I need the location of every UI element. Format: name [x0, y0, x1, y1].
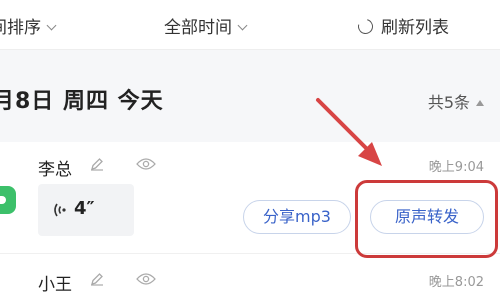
- refresh-list-button[interactable]: 刷新列表: [355, 13, 449, 38]
- record-count-toggle[interactable]: 共5条: [428, 89, 484, 113]
- refresh-label: 刷新列表: [381, 18, 449, 38]
- sort-filter-label: 间排序: [0, 18, 41, 38]
- annotation-highlight-box: [355, 180, 498, 258]
- collapse-triangle-icon: [476, 100, 484, 106]
- record-time: 晚上9:04: [428, 160, 484, 175]
- share-mp3-button[interactable]: 分享mp3: [243, 200, 351, 234]
- eye-icon[interactable]: [136, 272, 156, 286]
- date-title: 月8日 周四 今天: [0, 89, 164, 114]
- annotation-arrow: [316, 98, 382, 166]
- wechat-avatar-icon: [0, 186, 16, 214]
- eye-icon[interactable]: [136, 157, 156, 171]
- chevron-down-icon: [237, 20, 248, 31]
- edit-pencil-icon[interactable]: [90, 272, 104, 286]
- filter-bar: 间排序 全部时间 刷新列表: [0, 0, 500, 50]
- time-filter-label: 全部时间: [164, 18, 232, 38]
- chevron-down-icon: [46, 20, 57, 31]
- voice-duration: 4″: [74, 198, 95, 219]
- record-time: 晚上8:02: [428, 275, 484, 290]
- edit-pencil-icon[interactable]: [90, 157, 104, 171]
- voice-message-bubble[interactable]: 4″: [38, 184, 134, 236]
- contact-name: 李总: [38, 160, 72, 180]
- record-count: 共5条: [427, 93, 470, 112]
- refresh-icon: [355, 16, 376, 37]
- sort-filter[interactable]: 间排序: [0, 13, 57, 38]
- voice-wave-icon: [54, 203, 66, 217]
- call-record: 小王 晚上8:02: [0, 255, 500, 300]
- date-group-header: 月8日 周四 今天 共5条: [0, 50, 500, 142]
- time-filter[interactable]: 全部时间: [164, 13, 248, 38]
- contact-name: 小王: [38, 275, 72, 295]
